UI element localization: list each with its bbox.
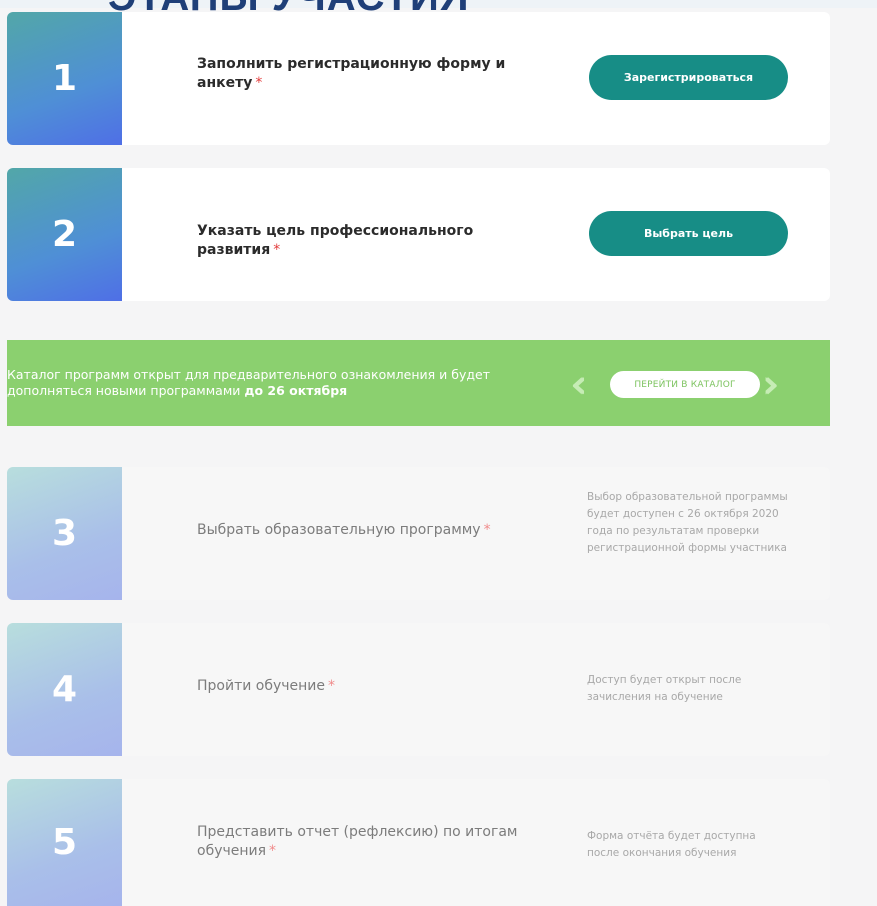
- step-card-4: 4 Пройти обучение * Доступ будет открыт п…: [7, 623, 830, 756]
- step-number: 3: [51, 513, 78, 554]
- step-label-text: Представить отчет (рефлексию) по итогам …: [197, 824, 518, 859]
- step-card-2: 2 Указать цель профессионального развити…: [7, 168, 830, 301]
- step-card-5: 5 Представить отчет (рефлексию) по итога…: [7, 779, 830, 906]
- required-mark: *: [328, 678, 336, 694]
- banner-text: Каталог программ открыт для предваритель…: [7, 367, 567, 399]
- step-label-text: Заполнить регистрационную форму и анкету: [197, 56, 506, 91]
- step-number-block: 5: [7, 779, 122, 906]
- step-card-1: 1 Заполнить регистрационную форму и анке…: [7, 12, 830, 145]
- step-number-block: 2: [7, 168, 122, 301]
- step-number: 5: [51, 822, 78, 863]
- step-number-block: 4: [7, 623, 122, 756]
- step-number: 1: [51, 58, 78, 99]
- step-number: 2: [51, 214, 78, 255]
- required-mark: *: [255, 75, 263, 91]
- choose-goal-button[interactable]: Выбрать цель: [589, 211, 788, 256]
- chevrons-left-icon: ‹‹‹: [570, 362, 586, 406]
- step-label: Выбрать образовательную программу *: [197, 521, 557, 540]
- register-button[interactable]: Зарегистрироваться: [589, 55, 788, 100]
- chevrons-right-icon: ›››: [762, 362, 778, 406]
- step-label: Пройти обучение *: [197, 677, 537, 696]
- step-card-3: 3 Выбрать образовательную программу * Выб…: [7, 467, 830, 600]
- step-note: Выбор образовательной программы будет до…: [587, 491, 788, 554]
- catalog-banner: Каталог программ открыт для предваритель…: [7, 340, 830, 426]
- step-note: Доступ будет открыт после зачисления на …: [587, 674, 742, 703]
- banner-text-bold: до 26 октября: [244, 383, 348, 398]
- step-number-block: 3: [7, 467, 122, 600]
- step-number-block: 1: [7, 12, 122, 145]
- step-label: Заполнить регистрационную форму и анкету…: [197, 55, 537, 93]
- required-mark: *: [273, 242, 281, 258]
- step-label: Указать цель профессионального развития *: [197, 222, 557, 260]
- step-number: 4: [51, 669, 78, 710]
- step-label-text: Указать цель профессионального развития: [197, 223, 474, 258]
- required-mark: *: [483, 522, 491, 538]
- step-label: Представить отчет (рефлексию) по итогам …: [197, 823, 547, 861]
- go-to-catalog-button[interactable]: ПЕРЕЙТИ В КАТАЛОГ: [610, 371, 760, 398]
- step-label-text: Выбрать образовательную программу: [197, 522, 481, 538]
- required-mark: *: [269, 843, 277, 859]
- step-note: Форма отчёта будет доступна после оконча…: [587, 830, 756, 859]
- step-label-text: Пройти обучение: [197, 678, 326, 694]
